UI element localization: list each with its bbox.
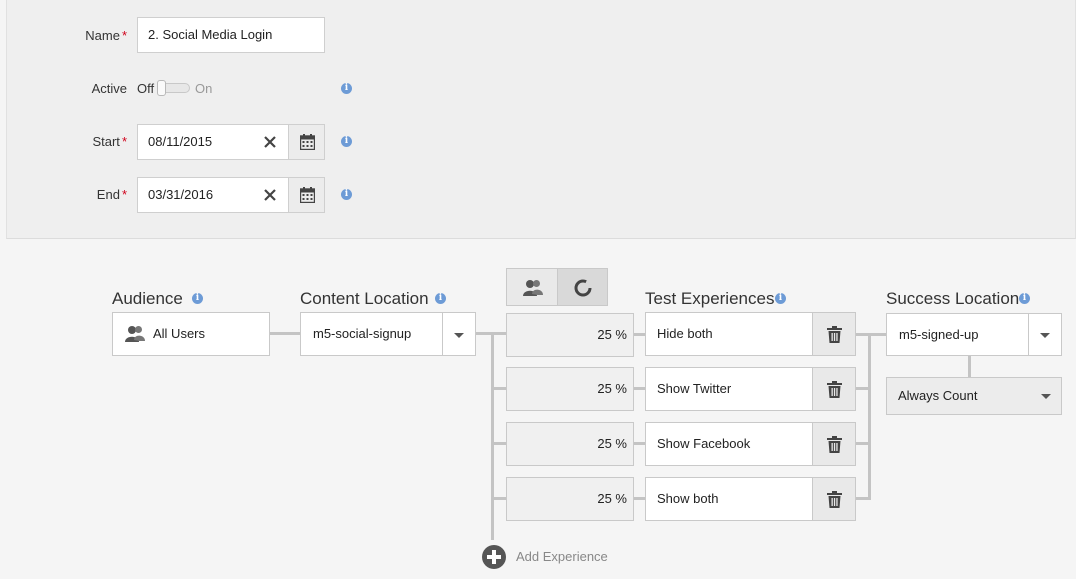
active-info-icon[interactable]: i xyxy=(341,83,352,94)
experience-allocation[interactable]: 25 % xyxy=(506,477,634,521)
chevron-down-icon[interactable] xyxy=(1041,394,1051,399)
success-location-title: Success Location xyxy=(886,289,1020,308)
experience-item[interactable]: Show both xyxy=(645,477,856,521)
content-location-value: m5-social-signup xyxy=(313,326,412,341)
add-circle-icon xyxy=(482,545,506,569)
experience-item[interactable]: Show Twitter xyxy=(645,367,856,411)
toggle-on-label: On xyxy=(195,81,213,96)
clear-end-icon[interactable] xyxy=(262,187,278,203)
experience-item[interactable]: Hide both xyxy=(645,312,856,356)
name-label-text: Name xyxy=(85,28,120,43)
required-mark: * xyxy=(121,134,127,149)
experience-allocation[interactable]: 25 % xyxy=(506,313,634,357)
end-date-field[interactable]: 03/31/2016 xyxy=(137,177,325,213)
success-location-info-icon[interactable]: i xyxy=(1019,293,1030,304)
name-field[interactable]: 2. Social Media Login xyxy=(137,17,325,53)
trash-icon xyxy=(827,491,842,508)
required-mark: * xyxy=(121,187,127,202)
end-info-icon[interactable]: i xyxy=(341,189,352,200)
delete-experience-button[interactable] xyxy=(812,367,856,411)
experience-percent[interactable]: 25 % xyxy=(597,314,627,356)
experience-name[interactable]: Show Facebook xyxy=(657,423,750,465)
experience-allocation[interactable]: 25 % xyxy=(506,367,634,411)
success-location-value: m5-signed-up xyxy=(899,327,979,342)
manual-allocation-button[interactable] xyxy=(506,268,558,306)
connector-trunk xyxy=(868,333,871,500)
start-calendar-button[interactable] xyxy=(288,124,325,160)
audience-info-icon[interactable]: i xyxy=(192,293,203,304)
count-mode-value: Always Count xyxy=(898,388,978,403)
connector xyxy=(491,387,506,390)
start-label: Start * xyxy=(92,134,127,149)
calendar-icon xyxy=(300,187,315,203)
connector xyxy=(491,442,506,445)
trash-icon xyxy=(827,436,842,453)
experience-item[interactable]: Show Facebook xyxy=(645,422,856,466)
clear-start-icon[interactable] xyxy=(262,134,278,150)
add-experience-label[interactable]: Add Experience xyxy=(516,549,608,564)
active-toggle-knob[interactable] xyxy=(157,80,166,96)
connector-trunk xyxy=(491,332,494,540)
experience-name[interactable]: Show Twitter xyxy=(657,368,731,410)
connector xyxy=(634,497,645,500)
calendar-icon xyxy=(300,134,315,150)
auto-allocation-button[interactable] xyxy=(557,268,608,306)
experience-name[interactable]: Show both xyxy=(657,478,718,520)
experience-percent[interactable]: 25 % xyxy=(597,478,627,520)
select-divider xyxy=(1028,314,1029,355)
content-location-select[interactable]: m5-social-signup xyxy=(300,312,476,356)
end-label: End * xyxy=(97,187,127,202)
select-divider xyxy=(442,313,443,355)
experience-name[interactable]: Hide both xyxy=(657,313,713,355)
delete-experience-button[interactable] xyxy=(812,312,856,356)
test-experiences-info-icon[interactable]: i xyxy=(775,293,786,304)
start-date-field[interactable]: 08/11/2015 xyxy=(137,124,325,160)
connector xyxy=(634,442,645,445)
chevron-down-icon[interactable] xyxy=(454,333,464,338)
end-calendar-button[interactable] xyxy=(288,177,325,213)
delete-experience-button[interactable] xyxy=(812,477,856,521)
audience-title: Audience xyxy=(112,289,183,308)
delete-experience-button[interactable] xyxy=(812,422,856,466)
required-mark: * xyxy=(121,28,127,43)
end-date-value[interactable]: 03/31/2016 xyxy=(148,178,213,212)
name-label: Name * xyxy=(85,28,127,43)
audience-selector[interactable]: All Users xyxy=(112,312,270,356)
connector xyxy=(868,333,886,336)
start-label-text: Start xyxy=(92,134,120,149)
content-location-info-icon[interactable]: i xyxy=(435,293,446,304)
audience-icon xyxy=(125,326,145,342)
success-location-select[interactable]: m5-signed-up xyxy=(886,313,1062,356)
chevron-down-icon[interactable] xyxy=(1040,333,1050,338)
connector xyxy=(270,332,300,335)
toggle-off-label: Off xyxy=(137,81,155,96)
experience-allocation[interactable]: 25 % xyxy=(506,422,634,466)
trash-icon xyxy=(827,326,842,343)
experience-percent[interactable]: 25 % xyxy=(597,368,627,410)
start-date-value[interactable]: 08/11/2015 xyxy=(148,125,212,159)
add-experience-button[interactable]: Add Experience xyxy=(482,544,622,570)
trash-icon xyxy=(827,381,842,398)
end-label-text: End xyxy=(96,187,120,202)
auto-allocate-icon xyxy=(574,279,592,297)
test-experiences-title: Test Experiences xyxy=(645,289,775,308)
experience-percent[interactable]: 25 % xyxy=(597,423,627,465)
audience-value: All Users xyxy=(153,326,206,341)
start-info-icon[interactable]: i xyxy=(341,136,352,147)
content-location-title: Content Location xyxy=(300,289,429,308)
connector xyxy=(634,387,645,390)
audience-icon xyxy=(523,280,543,296)
count-mode-select[interactable]: Always Count xyxy=(886,377,1062,415)
connector xyxy=(491,497,506,500)
connector xyxy=(634,333,645,336)
active-label: Active xyxy=(91,81,127,96)
connector xyxy=(968,356,971,377)
